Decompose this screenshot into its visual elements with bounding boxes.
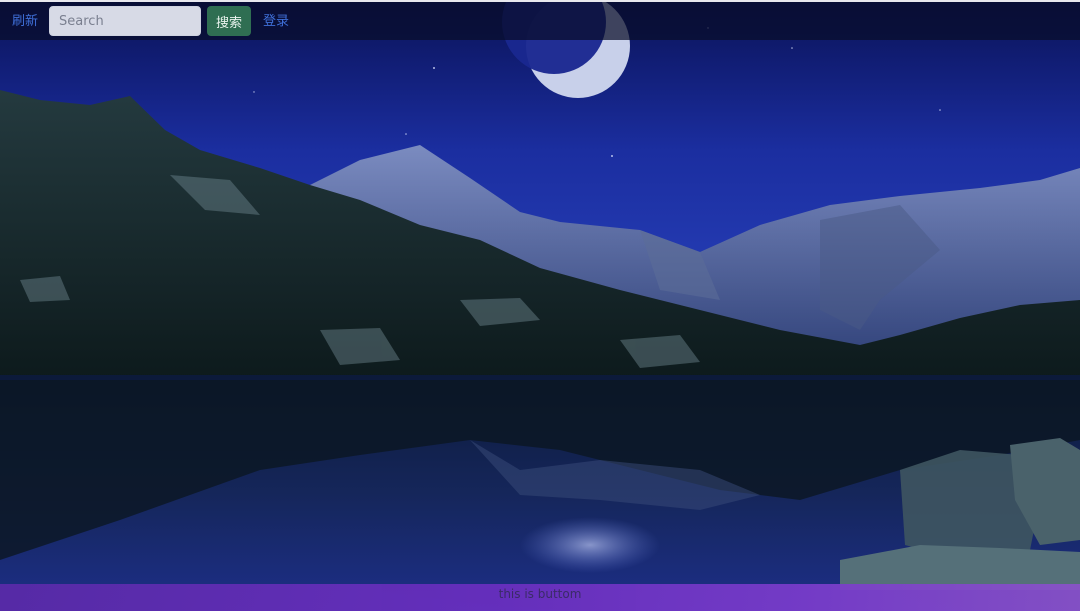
top-navbar: 刷新 搜索 登录 (0, 0, 1080, 40)
footer-text: this is buttom (498, 587, 582, 601)
refresh-link[interactable]: 刷新 (12, 15, 38, 28)
footer-bar: this is buttom (0, 584, 1080, 611)
search-input[interactable] (49, 6, 202, 36)
login-link[interactable]: 登录 (263, 15, 289, 28)
background-scene (0, 0, 1080, 611)
page: 刷新 搜索 登录 this is buttom (0, 0, 1080, 611)
search-button[interactable]: 搜索 (207, 6, 252, 36)
